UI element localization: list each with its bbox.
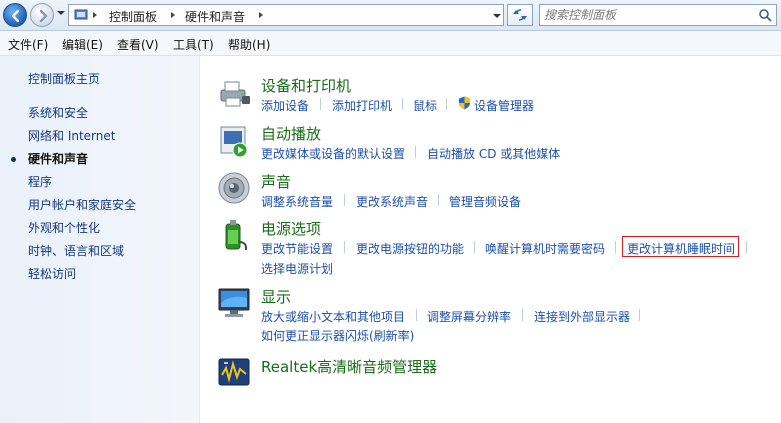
monitor-icon[interactable] <box>217 286 251 320</box>
control-panel-icon <box>74 9 88 20</box>
link-choose-power-plan[interactable]: 选择电源计划 <box>261 260 333 277</box>
category-title-power[interactable]: 电源选项 <box>261 218 321 239</box>
link-adjust-volume[interactable]: 调整系统音量 <box>261 193 333 210</box>
link-separator <box>320 98 321 110</box>
menu-file[interactable]: 文件(F) <box>8 36 48 53</box>
link-refresh-rate[interactable]: 如何更正显示器闪烁(刷新率) <box>261 327 414 344</box>
search-input[interactable] <box>544 7 754 23</box>
category-title-realtek[interactable]: Realtek高清晰音频管理器 <box>261 356 437 377</box>
link-separator <box>446 98 447 110</box>
breadcrumb-separator[interactable] <box>259 12 263 18</box>
breadcrumb-separator[interactable] <box>171 12 175 18</box>
sidebar-item-appearance[interactable]: 外观和个性化 <box>28 219 100 236</box>
search-field[interactable] <box>539 4 777 26</box>
printer-icon[interactable] <box>217 76 251 110</box>
sidebar-item-programs[interactable]: 程序 <box>28 173 52 190</box>
category-title-sound[interactable]: 声音 <box>261 171 291 192</box>
breadcrumb-hardware-sound[interactable]: 硬件和声音 <box>185 8 245 25</box>
address-input[interactable]: 控制面板 硬件和声音 <box>68 4 504 26</box>
sidebar-item-hardware-sound[interactable]: 硬件和声音 <box>28 150 88 167</box>
link-separator <box>746 241 747 253</box>
category-title-devices[interactable]: 设备和打印机 <box>261 75 351 96</box>
breadcrumb-control-panel[interactable]: 控制面板 <box>109 8 157 25</box>
arrow-left-icon <box>11 9 20 23</box>
menu-bar: 文件(F) 编辑(E) 查看(V) 工具(T) 帮助(H) <box>0 31 781 56</box>
link-separator <box>474 241 475 253</box>
link-separator <box>639 309 640 321</box>
link-add-printer[interactable]: 添加打印机 <box>332 97 392 114</box>
shield-icon <box>459 96 470 110</box>
link-autoplay-cd[interactable]: 自动播放 CD 或其他媒体 <box>427 145 560 162</box>
refresh-button[interactable] <box>507 4 533 26</box>
link-power-saving[interactable]: 更改节能设置 <box>261 240 333 257</box>
category-title-autoplay[interactable]: 自动播放 <box>261 123 321 144</box>
link-separator <box>438 194 439 206</box>
link-separator <box>344 194 345 206</box>
link-separator <box>615 241 616 253</box>
menu-view[interactable]: 查看(V) <box>117 36 159 53</box>
link-text-size[interactable]: 放大或缩小文本和其他项目 <box>261 308 405 325</box>
sidebar: 控制面板主页 系统和安全 网络和 Internet 硬件和声音 程序 用户帐户和… <box>0 56 200 423</box>
autoplay-icon[interactable] <box>217 124 251 158</box>
search-icon[interactable] <box>758 8 772 22</box>
link-separator <box>415 146 416 158</box>
address-bar: 控制面板 硬件和声音 <box>0 0 781 31</box>
active-bullet-icon <box>11 157 16 162</box>
link-add-device[interactable]: 添加设备 <box>261 97 309 114</box>
sidebar-item-security[interactable]: 系统和安全 <box>28 104 88 121</box>
sidebar-item-home[interactable]: 控制面板主页 <box>28 70 100 87</box>
arrow-right-icon <box>39 9 48 23</box>
link-separator <box>402 98 403 110</box>
sidebar-item-network[interactable]: 网络和 Internet <box>28 127 115 144</box>
link-power-button[interactable]: 更改电源按钮的功能 <box>356 240 464 257</box>
forward-button[interactable] <box>30 3 54 27</box>
menu-tools[interactable]: 工具(T) <box>173 36 214 53</box>
sidebar-item-clock[interactable]: 时钟、语言和区域 <box>28 242 124 259</box>
link-change-media-defaults[interactable]: 更改媒体或设备的默认设置 <box>261 145 405 162</box>
link-screen-resolution[interactable]: 调整屏幕分辨率 <box>427 308 511 325</box>
link-sleep-time[interactable]: 更改计算机睡眠时间 <box>627 240 735 257</box>
address-dropdown[interactable] <box>493 14 501 18</box>
link-separator <box>344 241 345 253</box>
link-device-manager[interactable]: 设备管理器 <box>474 97 534 114</box>
sidebar-item-accounts[interactable]: 用户帐户和家庭安全 <box>28 196 136 213</box>
breadcrumb-separator[interactable] <box>93 12 97 18</box>
link-separator <box>522 309 523 321</box>
back-button[interactable] <box>3 3 27 27</box>
sidebar-item-ease[interactable]: 轻松访问 <box>28 265 76 282</box>
link-external-display[interactable]: 连接到外部显示器 <box>534 308 630 325</box>
recent-pages-dropdown[interactable] <box>57 11 65 15</box>
speaker-icon[interactable] <box>217 171 251 205</box>
refresh-icon <box>513 9 527 21</box>
realtek-icon[interactable] <box>217 355 251 389</box>
power-icon[interactable] <box>217 218 251 252</box>
link-wake-password[interactable]: 唤醒计算机时需要密码 <box>485 240 605 257</box>
link-separator <box>416 309 417 321</box>
main-content: 设备和打印机 添加设备 添加打印机 鼠标 设备管理器 自动播放 更改媒体或设备的… <box>200 56 781 423</box>
link-change-sounds[interactable]: 更改系统声音 <box>356 193 428 210</box>
menu-help[interactable]: 帮助(H) <box>228 36 270 53</box>
category-title-display[interactable]: 显示 <box>261 286 291 307</box>
link-mouse[interactable]: 鼠标 <box>413 97 437 114</box>
menu-edit[interactable]: 编辑(E) <box>62 36 103 53</box>
link-manage-audio-devices[interactable]: 管理音频设备 <box>449 193 521 210</box>
